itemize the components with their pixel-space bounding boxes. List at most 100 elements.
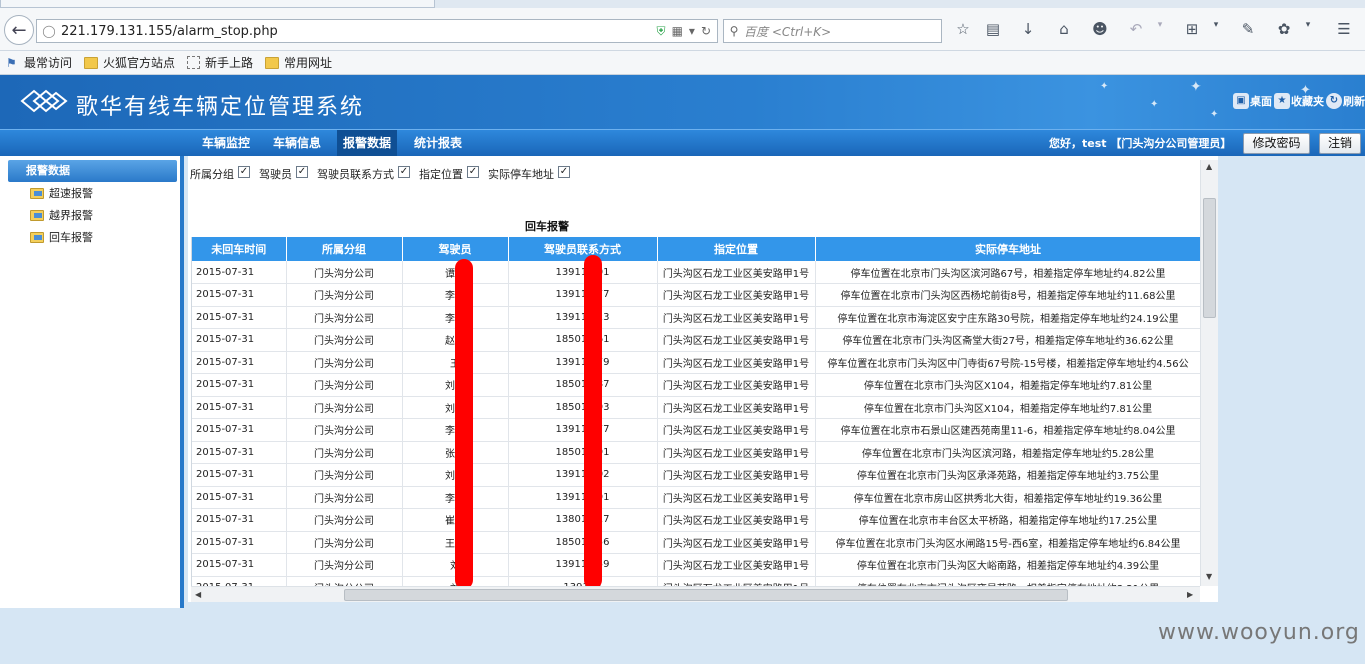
undo-menu-icon[interactable]: ▾	[1150, 20, 1170, 42]
checkbox[interactable]: ✓	[558, 166, 570, 178]
qr-code-icon[interactable]: ▦	[672, 24, 683, 39]
scroll-up-icon[interactable]: ▲	[1206, 162, 1212, 171]
search-bar[interactable]: ⚲ 百度 <Ctrl+K>	[723, 19, 942, 43]
option-actual-address[interactable]: 实际停车地址 ✓	[488, 166, 570, 182]
desktop-link[interactable]: ▣ 桌面	[1233, 93, 1272, 109]
reading-list-icon[interactable]: ▤	[983, 20, 1003, 42]
table-cell: 门头沟区石龙工业区美安路甲1号	[657, 441, 816, 464]
menu-alarm-data[interactable]: 报警数据	[337, 130, 398, 157]
decor-star-icon: ✦	[1190, 79, 1202, 95]
table-cell: 139113	[508, 576, 658, 586]
scroll-thumb[interactable]	[1203, 198, 1216, 318]
table-cell: 门头沟区石龙工业区美安路甲1号	[657, 328, 816, 352]
table-row[interactable]: 2015-07-31门头沟分公司李广139113 77门头沟区石龙工业区美安路甲…	[192, 418, 1200, 442]
bookmark-getting-started[interactable]: 新手上路	[187, 54, 253, 71]
table-cell: 2015-07-31	[192, 396, 287, 419]
extension-menu-icon[interactable]: ▾	[1298, 20, 1318, 42]
content-panel: 所属分组 ✓ 驾驶员 ✓ 驾驶员联系方式 ✓ 指定位置 ✓ 实际停车地址 ✓ 回车报警 未…	[188, 156, 1218, 602]
table-row[interactable]: 2015-07-31门头沟分公司刘志185019 87门头沟区石龙工业区美安路甲…	[192, 373, 1200, 397]
refresh-icon: ↻	[1326, 93, 1342, 109]
undo-icon[interactable]: ↶	[1126, 20, 1146, 42]
checkbox[interactable]: ✓	[398, 166, 410, 178]
back-button[interactable]: ←	[4, 15, 34, 45]
table-cell: 停车位置在北京市门头沟区西杨坨前街8号，相差指定停车地址约11.68公里	[815, 283, 1200, 307]
table-row[interactable]: 2015-07-31门头沟分公司刘玥139113 02门头沟区石龙工业区美安路甲…	[192, 463, 1200, 487]
comment-icon[interactable]: ✎	[1238, 20, 1258, 42]
table-cell: 停车位置在北京市门头沟区滨河路，相差指定停车地址约5.28公里	[815, 441, 1200, 464]
horizontal-scrollbar[interactable]: ◀ ▶	[191, 586, 1200, 602]
table-cell: 2015-07-31	[192, 441, 287, 464]
bookmark-common-sites[interactable]: 常用网址	[265, 54, 332, 71]
option-driver-contact[interactable]: 驾驶员联系方式 ✓	[317, 166, 410, 182]
sidebar-item-boundary[interactable]: 越界报警	[30, 206, 93, 224]
checkbox[interactable]: ✓	[296, 166, 308, 178]
bookmark-firefox-site[interactable]: 火狐官方站点	[84, 54, 175, 71]
table-cell: 门头沟分公司	[286, 396, 403, 419]
table-cell: 139113 23	[508, 306, 658, 329]
url-bar[interactable]: ◯ 221.179.131.155/alarm_stop.php ⛨ ▦ ▾ ↻	[36, 19, 718, 43]
option-driver[interactable]: 驾驶员 ✓	[259, 166, 308, 182]
table-row[interactable]: 2015-07-31门头沟分公司谭中139113 01门头沟区石龙工业区美安路甲…	[192, 261, 1200, 284]
option-assigned-location[interactable]: 指定位置 ✓	[419, 166, 479, 182]
table-row[interactable]: 2015-07-31门头沟分公司李文139119 91门头沟区石龙工业区美安路甲…	[192, 486, 1200, 509]
refresh-link[interactable]: ↻ 刷新	[1326, 93, 1365, 109]
decor-star-icon: ✦	[1210, 109, 1219, 120]
table-cell: 门头沟分公司	[286, 553, 403, 577]
sidebar-item-overspeed[interactable]: 超速报警	[30, 184, 93, 202]
checkbox[interactable]: ✓	[238, 166, 250, 178]
home-icon[interactable]: ⌂	[1054, 20, 1074, 42]
table-row[interactable]: 2015-07-31门头沟分公司张先185019 91门头沟区石龙工业区美安路甲…	[192, 441, 1200, 464]
search-icon: ⚲	[729, 24, 739, 38]
table-cell: 门头沟区石龙工业区美安路甲1号	[657, 531, 816, 554]
favorites-link[interactable]: ★ 收藏夹	[1274, 93, 1324, 109]
option-group[interactable]: 所属分组 ✓	[190, 166, 250, 182]
menu-statistics[interactable]: 统计报表	[408, 130, 468, 157]
crop-icon[interactable]: ⊞	[1182, 20, 1202, 42]
table-row[interactable]: 2015-07-31门头沟分公司李光139113 77门头沟区石龙工业区美安路甲…	[192, 283, 1200, 307]
reload-icon[interactable]: ↻	[701, 24, 711, 39]
vertical-scrollbar[interactable]: ▲ ▼	[1200, 160, 1218, 586]
star-icon[interactable]: ☆	[953, 20, 973, 42]
checkbox[interactable]: ✓	[467, 166, 479, 178]
extension-icon[interactable]: ✿	[1274, 20, 1294, 42]
table-cell: 停车位置在北京市房山区拱秀北大街，相差指定停车地址约19.36公里	[815, 486, 1200, 509]
table-row[interactable]: 2015-07-31门头沟分公司崔文138010 17门头沟区石龙工业区美安路甲…	[192, 508, 1200, 532]
browser-tab[interactable]	[0, 0, 435, 8]
menu-vehicle-info[interactable]: 车辆信息	[267, 130, 327, 157]
table-cell: 停车位置在北京市海淀区安宁庄东路30号院，相差指定停车地址约24.19公里	[815, 306, 1200, 329]
table-row[interactable]: 2015-07-31门头沟分公司李昶139113 23门头沟区石龙工业区美安路甲…	[192, 306, 1200, 329]
menu-vehicle-monitor[interactable]: 车辆监控	[196, 130, 256, 157]
hamburger-menu-icon[interactable]: ☰	[1334, 20, 1354, 42]
column-header: 未回车时间	[192, 237, 287, 261]
chat-icon[interactable]: ☻	[1090, 20, 1110, 42]
logout-button[interactable]: 注销	[1319, 133, 1361, 154]
sidebar-item-return[interactable]: 回车报警	[30, 228, 93, 246]
crop-menu-icon[interactable]: ▾	[1206, 20, 1226, 42]
table-cell: 139113 77	[508, 418, 658, 442]
table-cell: 185019 56	[508, 531, 658, 554]
table-cell: 185019 91	[508, 441, 658, 464]
sidebar-header[interactable]: 报警数据	[8, 160, 177, 182]
app-title: 歌华有线车辆定位管理系统	[76, 95, 365, 120]
table-row[interactable]: 2015-07-31门头沟分公司王宝185019 56门头沟区石龙工业区美安路甲…	[192, 531, 1200, 554]
scroll-thumb[interactable]	[344, 589, 1068, 601]
download-icon[interactable]: ↓	[1018, 20, 1038, 42]
table-row[interactable]: 2015-07-31门头沟分公司刘东185019 93门头沟区石龙工业区美安路甲…	[192, 396, 1200, 419]
table-cell: 门头沟区石龙工业区美安路甲1号	[657, 373, 816, 397]
table-cell: 门头沟分公司	[286, 261, 403, 284]
table-row[interactable]: 2015-07-31门头沟分公司赵金185019 61门头沟区石龙工业区美安路甲…	[192, 328, 1200, 352]
table-row[interactable]: 2015-07-31门头沟分公司王139113 79门头沟区石龙工业区美安路甲1…	[192, 351, 1200, 374]
shield-icon[interactable]: ⛨	[657, 24, 666, 39]
table-row[interactable]: 2015-07-31门头沟分公司刘139113 59门头沟区石龙工业区美安路甲1…	[192, 553, 1200, 577]
table-cell: 2015-07-31	[192, 351, 287, 374]
scroll-right-icon[interactable]: ▶	[1187, 590, 1193, 599]
scroll-left-icon[interactable]: ◀	[195, 590, 201, 599]
column-header: 所属分组	[286, 237, 403, 261]
scroll-down-icon[interactable]: ▼	[1206, 572, 1212, 581]
bookmark-most-visited[interactable]: ⚑ 最常访问	[6, 54, 72, 71]
table-row[interactable]: 2015-07-31门头沟分公司刘139113门头沟区石龙工业区美安路甲1号停车…	[192, 576, 1200, 586]
search-placeholder: 百度 <Ctrl+K>	[744, 24, 832, 39]
table-cell: 门头沟区石龙工业区美安路甲1号	[657, 486, 816, 509]
dropdown-icon[interactable]: ▾	[689, 24, 695, 39]
change-password-button[interactable]: 修改密码	[1243, 133, 1310, 154]
